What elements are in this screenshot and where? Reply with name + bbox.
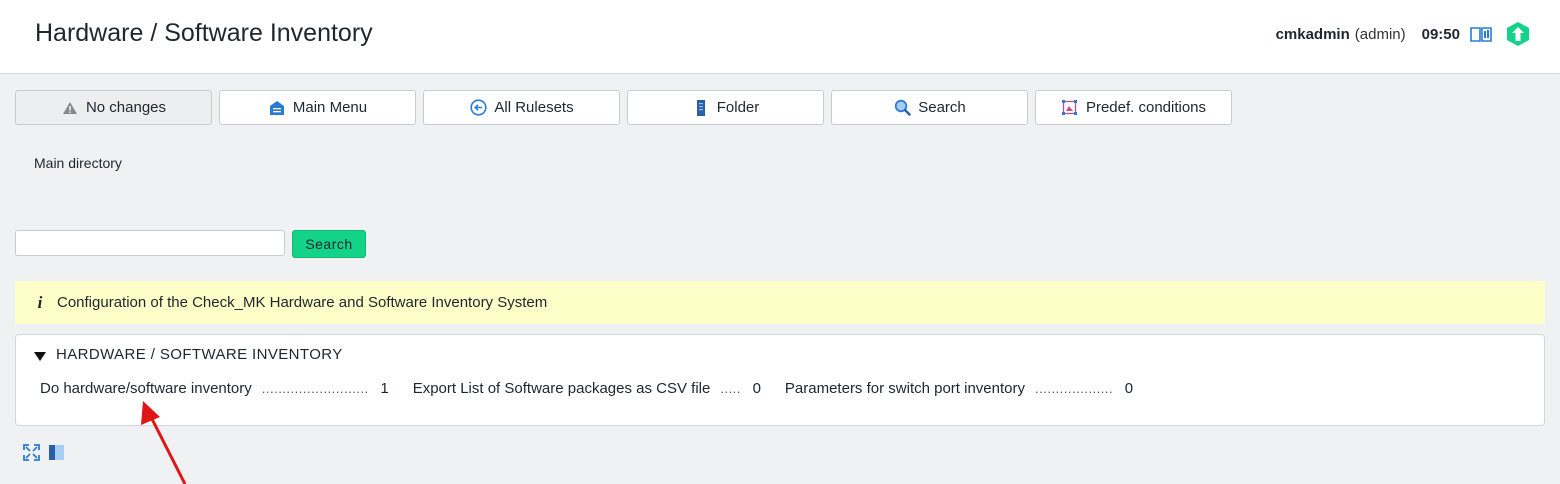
info-message: i Configuration of the Check_MK Hardware… [15,281,1545,324]
ruleset-count: 0 [752,380,761,397]
predefined-conditions-icon [1061,99,1079,117]
user-area: cmkadmin (admin) 09:50 [1276,20,1530,48]
toolbar: No changes Main Menu All Rulesets Folder… [15,90,1232,126]
search-toolbar-label: Search [918,99,966,116]
ruleset-count: 0 [1124,380,1134,397]
main-menu-button[interactable]: Main Menu [219,90,416,125]
search-toolbar-button[interactable]: Search [831,90,1028,125]
main-menu-label: Main Menu [292,99,368,116]
ruleset-count: 1 [380,380,389,397]
ruleset-name[interactable]: Export List of Software packages as CSV … [413,380,711,397]
ruleset-do-inventory[interactable]: Do hardware/software inventory .........… [40,380,389,397]
ruleset-export-csv[interactable]: Export List of Software packages as CSV … [413,380,761,397]
expand-icon[interactable] [23,444,40,461]
folder-button[interactable]: Folder [627,90,824,125]
ruleset-dots: .......................... [261,381,369,396]
page-title: Hardware / Software Inventory [35,19,373,47]
no-changes-button[interactable]: No changes [15,90,212,125]
info-text: Configuration of the Check_MK Hardware a… [57,294,548,311]
update-icon[interactable] [1506,21,1530,47]
predef-conditions-label: Predef. conditions [1085,99,1207,116]
folder-label: Folder [716,99,760,116]
group-title: HARDWARE / SOFTWARE INVENTORY [56,346,343,363]
search-icon [893,99,911,117]
ruleset-name[interactable]: Do hardware/software inventory [40,380,252,397]
footer-icons [23,444,65,461]
folder-icon [692,99,710,117]
breadcrumb[interactable]: Main directory [34,155,122,171]
info-icon: i [37,292,43,312]
no-changes-label: No changes [85,99,167,116]
ruleset-name[interactable]: Parameters for switch port inventory [785,380,1025,397]
ruleset-group-panel: HARDWARE / SOFTWARE INVENTORY Do hardwar… [15,334,1545,426]
collapse-triangle-icon[interactable] [34,352,46,361]
ruleset-list: Do hardware/software inventory .........… [40,380,1157,397]
search-button[interactable]: Search [292,230,366,258]
sidebar-toggle-icon[interactable] [48,444,65,461]
warning-icon [61,99,79,117]
ruleset-switch-port[interactable]: Parameters for switch port inventory ...… [785,380,1133,397]
clock: 09:50 [1421,25,1460,43]
ruleset-dots: ................... [1035,381,1114,396]
back-circle-icon [469,99,487,117]
group-header[interactable]: HARDWARE / SOFTWARE INVENTORY [34,346,343,363]
all-rulesets-button[interactable]: All Rulesets [423,90,620,125]
ruleset-dots: ..... [720,381,741,396]
home-icon [268,99,286,117]
page-header: Hardware / Software Inventory cmkadmin (… [0,0,1560,74]
user-name[interactable]: cmkadmin [1276,26,1350,43]
search-input[interactable] [15,230,285,256]
all-rulesets-label: All Rulesets [494,99,574,116]
predef-conditions-button[interactable]: Predef. conditions [1035,90,1232,125]
book-icon[interactable] [1470,25,1492,43]
user-role: (admin) [1354,25,1406,43]
